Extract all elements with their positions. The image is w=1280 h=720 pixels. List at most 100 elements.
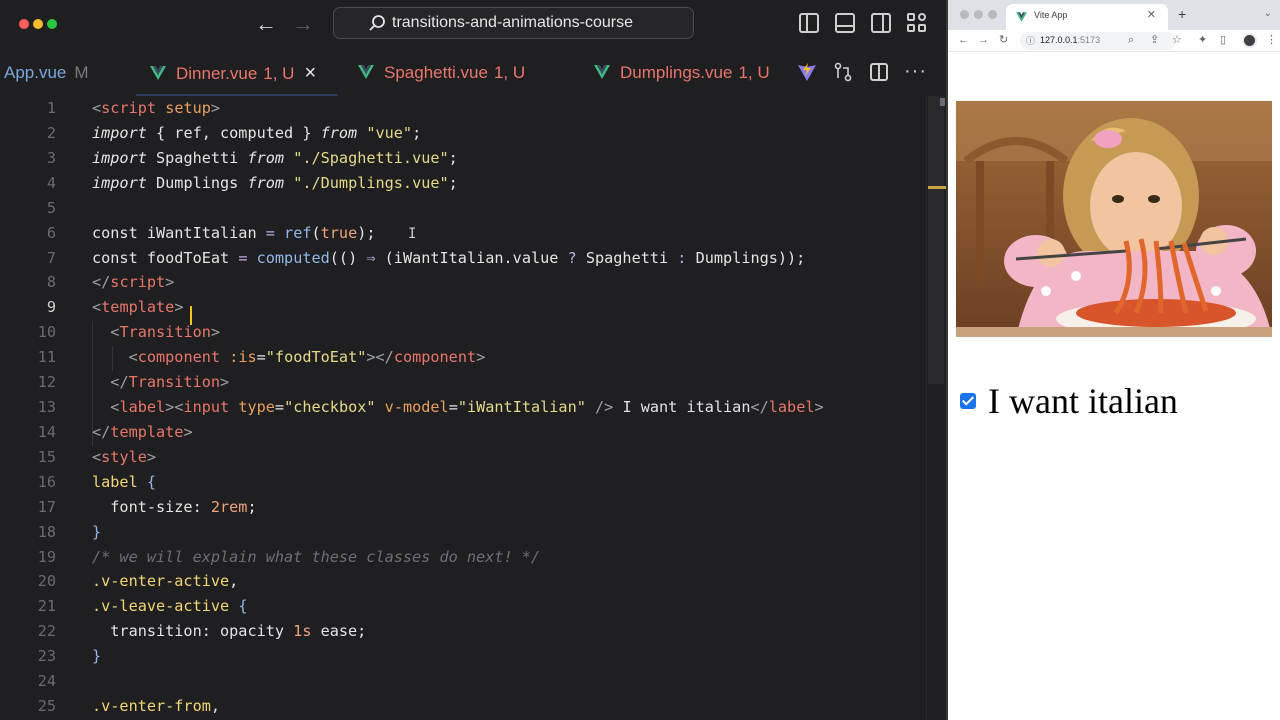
more-actions-icon[interactable]: ··· bbox=[904, 60, 927, 83]
share-icon[interactable]: ⇪ bbox=[1150, 33, 1159, 47]
url-text: 127.0.0.1:5173 bbox=[1040, 35, 1101, 45]
bookmark-star-icon[interactable]: ☆ bbox=[1172, 33, 1182, 47]
close-tab-icon[interactable]: × bbox=[304, 62, 316, 84]
profile-avatar[interactable] bbox=[1242, 33, 1257, 48]
toggle-primary-sidebar-icon[interactable] bbox=[799, 13, 819, 33]
code-line[interactable]: 12 </Transition> bbox=[0, 370, 930, 395]
tab-search-chevron-icon[interactable]: ⌄ bbox=[1264, 8, 1272, 19]
code-line[interactable]: 13 <label><input type="checkbox" v-model… bbox=[0, 395, 930, 420]
code-line[interactable]: 25 .v-enter-from, bbox=[0, 694, 930, 719]
new-tab-icon[interactable]: + bbox=[1178, 6, 1186, 22]
tab-status: 1, U bbox=[738, 63, 770, 82]
line-source: .v-leave-active { bbox=[92, 594, 247, 619]
minimize-window-button[interactable] bbox=[974, 10, 983, 19]
code-line[interactable]: 11 <component :is="foodToEat"></componen… bbox=[0, 345, 930, 370]
code-line[interactable]: 5 bbox=[0, 196, 930, 221]
code-line[interactable]: 1 <script setup> bbox=[0, 96, 930, 121]
code-line[interactable]: 10 <Transition> bbox=[0, 320, 930, 345]
code-line[interactable]: 19 /* we will explain what these classes … bbox=[0, 545, 930, 570]
open-changes-icon[interactable] bbox=[833, 62, 853, 82]
extensions-icon[interactable]: ✦ bbox=[1198, 33, 1207, 47]
code-line[interactable]: 21 .v-leave-active { bbox=[0, 594, 930, 619]
close-window-button[interactable] bbox=[19, 19, 29, 29]
italian-checkbox[interactable] bbox=[960, 393, 976, 409]
code-token: > bbox=[165, 273, 175, 292]
code-line[interactable]: 24 bbox=[0, 669, 930, 694]
code-line[interactable]: 7 const foodToEat = computed(() ⇒ (iWantI… bbox=[0, 246, 930, 271]
code-line[interactable]: 8 </script> bbox=[0, 270, 930, 295]
toggle-secondary-sidebar-icon[interactable] bbox=[871, 13, 891, 33]
code-token: ⇒ bbox=[366, 248, 376, 267]
code-line[interactable]: 4 import Dumplings from "./Dumplings.vue"… bbox=[0, 171, 930, 196]
line-number: 1 bbox=[46, 99, 56, 117]
code-token: Transition bbox=[128, 373, 221, 392]
tab-dumplings-vue[interactable]: Dumplings.vue 1, U bbox=[594, 48, 770, 96]
side-panel-icon[interactable]: ▯ bbox=[1220, 33, 1226, 47]
code-line[interactable]: 22 transition: opacity 1s ease; bbox=[0, 619, 930, 644]
scrollbar-cursor-marker bbox=[928, 186, 946, 189]
customize-layout-icon[interactable] bbox=[907, 13, 927, 33]
reload-icon[interactable]: ↻ bbox=[999, 33, 1008, 47]
line-number: 17 bbox=[37, 497, 56, 516]
line-number: 20 bbox=[37, 572, 56, 591]
code-token: font-size: bbox=[92, 497, 211, 516]
code-line[interactable]: 3 import Spaghetti from "./Spaghetti.vue"… bbox=[0, 146, 930, 171]
line-number: 21 bbox=[37, 597, 56, 616]
tab-dinner-vue[interactable]: Dinner.vue 1, U × bbox=[135, 48, 339, 96]
back-arrow-icon[interactable]: ← bbox=[958, 33, 969, 47]
line-source: .v-enter-active, bbox=[92, 569, 238, 594]
command-center-search[interactable]: transitions-and-animations-course bbox=[333, 7, 694, 39]
back-arrow-icon[interactable]: ← bbox=[255, 10, 277, 38]
site-info-icon[interactable]: ⓘ bbox=[1026, 34, 1035, 47]
code-token: > bbox=[146, 447, 157, 466]
code-line[interactable]: 16 label { bbox=[0, 470, 930, 495]
tab-app-vue[interactable]: App.vue M bbox=[4, 48, 89, 96]
code-token: ; bbox=[366, 223, 376, 242]
vue-file-icon bbox=[594, 65, 610, 79]
line-number: 10 bbox=[37, 323, 56, 342]
code-line[interactable]: 6 const iWantItalian = ref(true); bbox=[0, 221, 930, 246]
scrollbar-thumb[interactable] bbox=[928, 96, 944, 384]
code-token: script bbox=[110, 273, 166, 292]
code-line[interactable]: 20 .v-enter-active, bbox=[0, 569, 930, 594]
code-area[interactable]: 1 <script setup> 2 import { ref, computed }… bbox=[0, 96, 930, 720]
code-line[interactable]: 23} bbox=[0, 644, 930, 669]
browser-menu-icon[interactable]: ⋮ bbox=[1266, 33, 1277, 47]
code-token: import bbox=[92, 148, 147, 167]
line-number: 12 bbox=[37, 373, 56, 392]
code-line[interactable]: 17 font-size: 2rem; bbox=[0, 495, 930, 520]
minimize-window-button[interactable] bbox=[33, 19, 43, 29]
forward-arrow-icon[interactable]: → bbox=[292, 10, 314, 38]
code-token: transition: opacity bbox=[92, 622, 294, 641]
code-token: } bbox=[92, 647, 102, 666]
maximize-window-button[interactable] bbox=[47, 19, 57, 29]
line-number: 11 bbox=[37, 348, 56, 367]
code-line[interactable]: 15 <style> bbox=[0, 445, 930, 470]
code-token: true bbox=[320, 223, 358, 242]
code-line[interactable]: 14 </template> bbox=[0, 420, 930, 445]
browser-tab-vite-app[interactable]: Vite App ✕ bbox=[1006, 4, 1168, 30]
code-line[interactable]: 18} bbox=[0, 520, 930, 545]
maximize-window-button[interactable] bbox=[988, 10, 997, 19]
split-editor-icon[interactable] bbox=[870, 63, 888, 81]
code-token: = bbox=[265, 223, 275, 242]
zoom-icon[interactable]: ⌕ bbox=[1128, 33, 1134, 47]
code-line[interactable]: 2 import { ref, computed } from "vue"; bbox=[0, 121, 930, 146]
toggle-panel-icon[interactable] bbox=[835, 13, 855, 33]
vite-icon[interactable] bbox=[797, 62, 817, 82]
italian-checkbox-label[interactable]: I want italian bbox=[960, 380, 1178, 422]
close-tab-icon[interactable]: ✕ bbox=[1147, 8, 1156, 21]
line-source: </Transition> bbox=[92, 370, 229, 395]
code-line[interactable]: 9 <template> bbox=[0, 295, 930, 320]
close-window-button[interactable] bbox=[960, 10, 969, 19]
code-token: component bbox=[393, 348, 477, 367]
code-token: import bbox=[92, 123, 147, 142]
tab-spaghetti-vue[interactable]: Spaghetti.vue 1, U bbox=[358, 48, 525, 96]
code-token: :is bbox=[229, 348, 257, 367]
forward-arrow-icon[interactable]: → bbox=[978, 33, 989, 47]
line-source: .v-enter-from, bbox=[92, 694, 220, 719]
search-icon bbox=[369, 15, 385, 31]
code-token: < bbox=[92, 447, 102, 466]
